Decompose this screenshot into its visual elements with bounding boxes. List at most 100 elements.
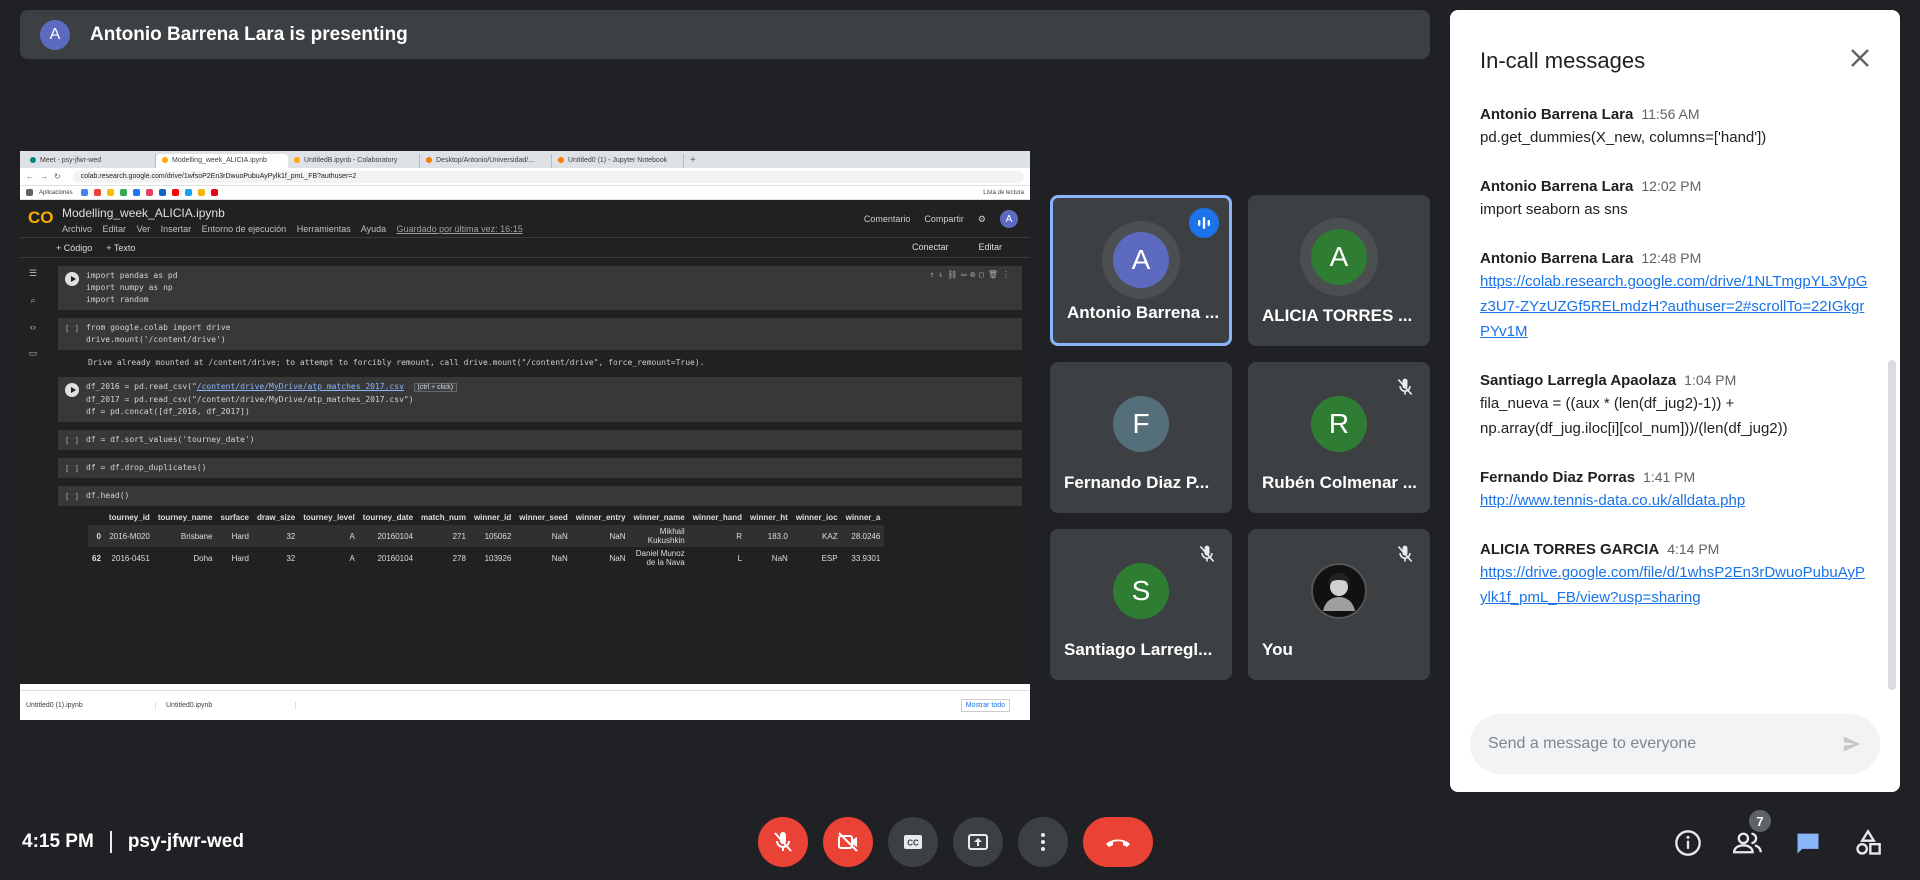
close-chat-button[interactable]	[1840, 38, 1880, 78]
new-tab-icon: +	[690, 155, 696, 166]
bookmark-icon	[132, 189, 140, 196]
chat-scrollbar[interactable]	[1888, 360, 1896, 690]
menu-item: Editar	[102, 224, 127, 234]
colab-logo-icon: CO	[28, 208, 54, 227]
message-link[interactable]: http://www.tennis-data.co.uk/alldata.php	[1480, 488, 1870, 513]
participant-tile-antonio[interactable]: A Antonio Barrena ...	[1050, 195, 1232, 346]
code-cell: import pandas as pd import numpy as np i…	[58, 266, 1022, 310]
bookmarks-bar: Aplicaciones Lista de lectura	[20, 186, 1030, 200]
notebook-cells: import pandas as pd import numpy as np i…	[58, 266, 1022, 569]
colab-notebook: CO Modelling_week_ALICIA.ipynb Archivo E…	[20, 200, 1030, 684]
browser-tab: Desktop/Antonio/Universidad/...	[420, 154, 552, 168]
participant-tile-santiago[interactable]: S Santiago Larregl...	[1050, 529, 1232, 680]
send-icon	[1843, 736, 1861, 752]
search-icon: ⌕	[30, 295, 36, 305]
menu-item: Herramientas	[296, 224, 351, 234]
message-sender: Antonio Barrena Lara	[1480, 250, 1634, 267]
svg-text:CC: CC	[907, 839, 919, 848]
message-text: fila_nueva = ((aux * (len(df_jug2)-1)) +…	[1480, 395, 1788, 437]
table-header-row: tourney_id tourney_name surface draw_size to…	[108, 513, 881, 522]
participant-tile-ruben[interactable]: R Rubén Colmenar ...	[1248, 362, 1430, 513]
present-now-button[interactable]	[953, 817, 1003, 867]
participant-tile-fernando[interactable]: F Fernando Diaz P...	[1050, 362, 1232, 513]
user-photo-avatar	[1311, 563, 1367, 619]
user-avatar: A	[1000, 210, 1018, 228]
microphone-toggle-button[interactable]	[758, 817, 808, 867]
message-sender: Antonio Barrena Lara	[1480, 178, 1634, 195]
connect-label: Conectar	[911, 242, 949, 252]
mic-off-icon	[1192, 539, 1222, 569]
present-screen-icon	[968, 834, 988, 850]
meeting-code: psy-jfwr-wed	[127, 831, 244, 852]
chat-input-box	[1470, 714, 1880, 774]
cell-gutter: [ ]	[64, 324, 80, 333]
activities-shapes-icon	[1856, 829, 1881, 855]
participant-avatar: R	[1311, 396, 1367, 452]
bookmark-icon	[145, 189, 153, 196]
message-time: 11:56 AM	[1641, 106, 1700, 122]
chat-message-input[interactable]	[1488, 735, 1830, 753]
table-row: 62 2016-0451 Doha Hard 32 A 20160104 278 103926 N…	[92, 549, 881, 567]
browser-tab: UntitledB.ipynb - Colaboratory	[288, 154, 420, 168]
browser-tab: Untitled0 (1) - Jupyter Notebook	[552, 154, 684, 168]
colab-header-actions: Comentario Compartir ⚙ A	[864, 210, 1018, 228]
chat-button[interactable]	[1788, 823, 1828, 863]
meeting-info: 4:15 PM psy-jfwr-wed	[22, 831, 244, 853]
mic-off-icon	[1390, 372, 1420, 402]
code-snippets-icon: ‹›	[30, 322, 36, 332]
hang-up-icon	[1106, 839, 1130, 847]
presenting-text: Antonio Barrena Lara is presenting	[90, 23, 408, 45]
dataframe-table: tourney_id tourney_name surface draw_size to…	[88, 510, 885, 569]
link-tooltip: (ctrl + click)	[413, 383, 458, 392]
files-folder-icon: ▭	[28, 348, 38, 358]
participant-tile-you[interactable]: You	[1248, 529, 1430, 680]
captions-button[interactable]: CC	[888, 817, 938, 867]
message-time: 4:14 PM	[1667, 541, 1720, 557]
reading-list-label: Lista de lectura	[983, 189, 1024, 196]
bookmark-icon	[119, 189, 127, 196]
table-row: 0 2016-M020 Brisbane Hard 32 A 20160104 271 1050…	[88, 525, 885, 547]
bookmarks-label: Aplicaciones	[39, 189, 73, 196]
camera-toggle-button[interactable]	[823, 817, 873, 867]
message-time: 1:41 PM	[1643, 469, 1696, 485]
activities-button[interactable]	[1848, 823, 1888, 863]
meeting-details-button[interactable]	[1668, 823, 1708, 863]
speaking-indicator-icon	[1189, 208, 1219, 238]
participant-tile-alicia[interactable]: A ALICIA TORRES ...	[1248, 195, 1430, 346]
menu-item: Ver	[136, 224, 151, 234]
send-message-button[interactable]	[1830, 722, 1874, 766]
bookmark-icon	[80, 189, 88, 196]
toc-icon: ☰	[28, 268, 38, 278]
bookmark-icon	[106, 189, 114, 196]
cell-code: df = df.drop_duplicates()	[86, 463, 207, 472]
message-sender: Antonio Barrena Lara	[1480, 106, 1634, 123]
browser-url: colab.research.google.com/drive/1wfsoP2E…	[72, 170, 1024, 183]
participant-name: Antonio Barrena ...	[1067, 303, 1220, 322]
cell-gutter: [ ]	[64, 464, 80, 473]
shared-screen[interactable]: Meet - psy-jfwr-wed Modelling_week_ALICI…	[20, 151, 1030, 720]
participant-avatar: A	[1113, 232, 1169, 288]
edit-label: Editar	[978, 242, 1002, 252]
closed-captions-icon: CC	[904, 835, 922, 849]
code-cell: df_2016 = pd.read_csv("/content/drive/My…	[58, 377, 1022, 422]
message-link[interactable]: https://drive.google.com/file/d/1whsP2En…	[1480, 560, 1870, 610]
message-time: 12:02 PM	[1641, 178, 1702, 194]
notebook-title: Modelling_week_ALICIA.ipynb	[62, 206, 225, 220]
more-options-button[interactable]	[1018, 817, 1068, 867]
participant-name: You	[1262, 640, 1293, 659]
leave-call-button[interactable]	[1083, 817, 1153, 867]
cell-code: from google.colab import drive drive.mou…	[86, 323, 231, 344]
download-item: Untitled0.ipynb	[166, 702, 296, 709]
message-link[interactable]: https://colab.research.google.com/drive/…	[1480, 269, 1870, 344]
chat-message: Fernando Diaz Porras 1:41 PM http://www.t…	[1480, 469, 1870, 513]
settings-gear-icon: ⚙	[977, 213, 986, 224]
code-cell: [ ] from google.colab import drive drive…	[58, 318, 1022, 350]
message-text: pd.get_dummies(X_new, columns=['hand'])	[1480, 129, 1767, 146]
bookmark-icon	[197, 189, 205, 196]
close-icon	[1851, 49, 1869, 67]
divider	[109, 831, 112, 853]
message-sender: Fernando Diaz Porras	[1480, 469, 1636, 486]
message-sender: Santiago Larregla Apaolaza	[1480, 372, 1677, 389]
current-time: 4:15 PM	[22, 831, 94, 852]
downloads-bar: Untitled0 (1).ipynb Untitled0.ipynb Most…	[20, 690, 1030, 720]
